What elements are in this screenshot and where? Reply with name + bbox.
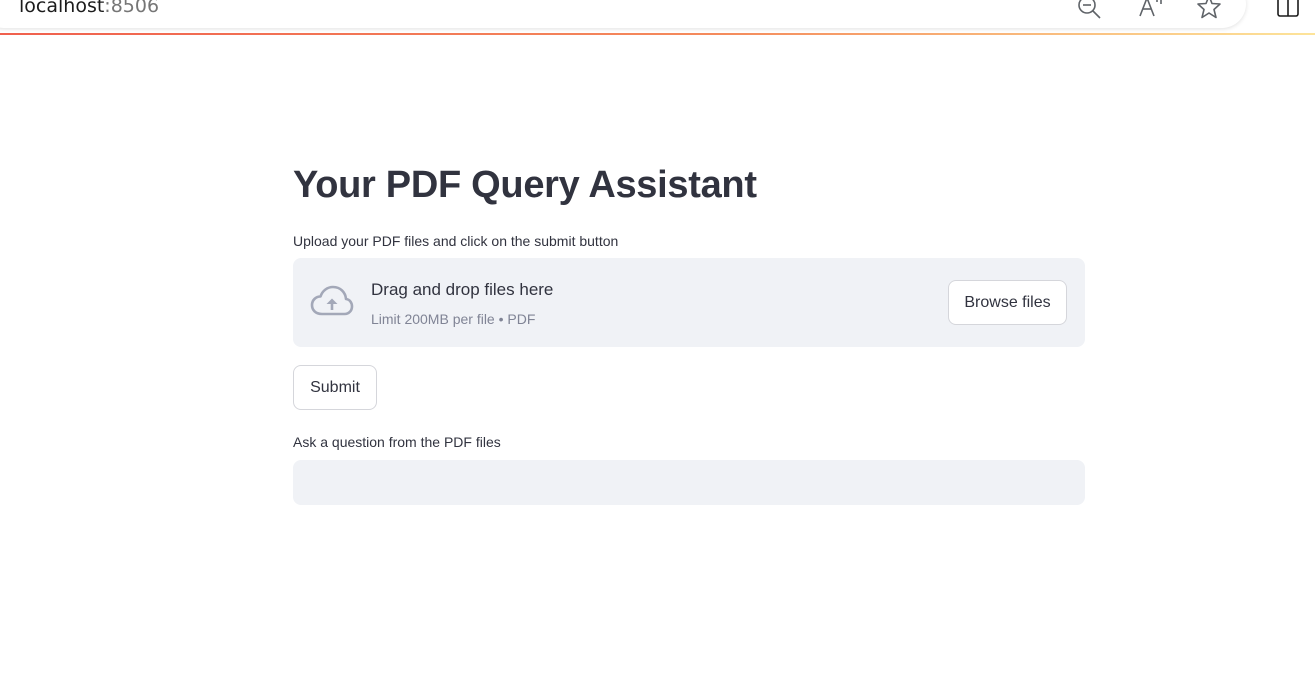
zoom-out-icon[interactable] (1076, 0, 1102, 20)
question-input[interactable] (293, 460, 1085, 505)
url-port: :8506 (104, 0, 160, 17)
address-bar[interactable] (0, 0, 1246, 28)
browser-toolbar: localhost:8506 (0, 0, 1315, 35)
dropzone-title: Drag and drop files here (371, 280, 554, 299)
star-icon[interactable] (1196, 0, 1222, 20)
split-screen-icon[interactable] (1276, 0, 1302, 20)
page-accent-line (0, 33, 1315, 35)
browse-files-button[interactable]: Browse files (948, 280, 1067, 325)
page-title: Your PDF Query Assistant (293, 164, 757, 206)
dropzone-limit: Limit 200MB per file • PDF (371, 311, 536, 327)
upload-label: Upload your PDF files and click on the s… (293, 233, 619, 249)
cloud-upload-icon (310, 284, 354, 320)
url-host: localhost (19, 0, 105, 17)
address-url[interactable]: localhost:8506 (19, 0, 159, 18)
file-dropzone[interactable]: Drag and drop files here Limit 200MB per… (293, 258, 1085, 347)
read-aloud-icon[interactable] (1137, 0, 1163, 20)
question-label: Ask a question from the PDF files (293, 434, 501, 450)
submit-button[interactable]: Submit (293, 365, 377, 410)
